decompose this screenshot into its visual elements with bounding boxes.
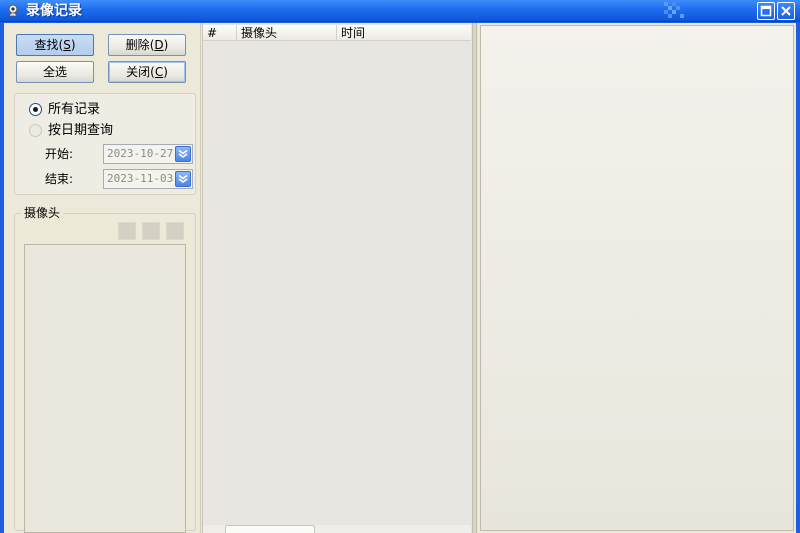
- video-panel: [478, 23, 796, 533]
- search-button[interactable]: 查找(S): [16, 34, 94, 56]
- chevron-down-icon: [178, 174, 188, 183]
- hscrollbar-thumb[interactable]: [225, 525, 315, 533]
- radio-by-date-label: 按日期查询: [48, 123, 114, 138]
- close-window-button[interactable]: [777, 2, 795, 20]
- radio-by-date-indicator: [29, 124, 42, 137]
- client-area: 查找(S) 删除(D) 全选 关闭(C) 所有记录 按日期查询 开始: 2023…: [4, 23, 796, 533]
- record-list[interactable]: # 摄像头 时间: [202, 23, 474, 533]
- camera-tool-button-1[interactable]: [118, 222, 136, 240]
- start-date-picker[interactable]: 2023-10-27: [103, 144, 193, 164]
- maximize-icon: [760, 5, 772, 17]
- end-date-dropdown-button[interactable]: [175, 171, 191, 187]
- select-all-label: 全选: [42, 65, 67, 79]
- window-title: 录像记录: [26, 3, 82, 19]
- titlebar-pattern-icon: [664, 2, 686, 20]
- start-date-label: 开始:: [45, 147, 74, 161]
- column-header-time[interactable]: 时间: [337, 25, 471, 41]
- record-window: 录像记录 查找(S) 删除(D) 全选 关闭(C) 所有记录 按日期查询 开始:…: [0, 0, 800, 533]
- panel-splitter[interactable]: [472, 23, 477, 533]
- delete-accel-key: D: [154, 38, 164, 52]
- camera-group-legend: 摄像头: [21, 205, 64, 221]
- radio-all-records-indicator: [29, 103, 42, 116]
- record-list-hscrollbar[interactable]: [203, 525, 471, 533]
- select-all-button[interactable]: 全选: [16, 61, 94, 83]
- end-date-picker[interactable]: 2023-11-03: [103, 169, 193, 189]
- camera-tool-button-3[interactable]: [166, 222, 184, 240]
- chevron-down-icon: [178, 149, 188, 158]
- start-date-value: 2023-10-27: [107, 147, 174, 160]
- end-date-label: 结束:: [45, 172, 74, 186]
- close-accel-key: C: [154, 65, 164, 79]
- delete-button[interactable]: 删除(D): [108, 34, 186, 56]
- title-bar[interactable]: 录像记录: [0, 0, 800, 22]
- video-viewer[interactable]: [480, 25, 794, 531]
- end-date-value: 2023-11-03: [107, 172, 174, 185]
- maximize-button[interactable]: [757, 2, 775, 20]
- column-header-index[interactable]: #: [203, 25, 237, 41]
- start-date-dropdown-button[interactable]: [175, 146, 191, 162]
- close-button[interactable]: 关闭(C): [108, 61, 186, 83]
- column-header-camera[interactable]: 摄像头: [237, 25, 337, 41]
- filter-panel: 查找(S) 删除(D) 全选 关闭(C) 所有记录 按日期查询 开始: 2023…: [4, 23, 201, 533]
- delete-button-label: 删除: [125, 38, 150, 52]
- camera-list[interactable]: [24, 244, 186, 533]
- close-button-label: 关闭: [126, 65, 151, 79]
- record-list-header: # 摄像头 时间: [203, 25, 471, 41]
- search-accel-key: S: [63, 38, 71, 52]
- search-button-label: 查找: [34, 38, 59, 52]
- date-filter-group: 所有记录 按日期查询 开始: 2023-10-27 结束: 2023-11-03: [14, 93, 196, 195]
- camera-tool-button-2[interactable]: [142, 222, 160, 240]
- radio-all-records-label: 所有记录: [48, 102, 101, 117]
- camera-app-icon: [5, 3, 21, 19]
- close-icon: [781, 6, 791, 16]
